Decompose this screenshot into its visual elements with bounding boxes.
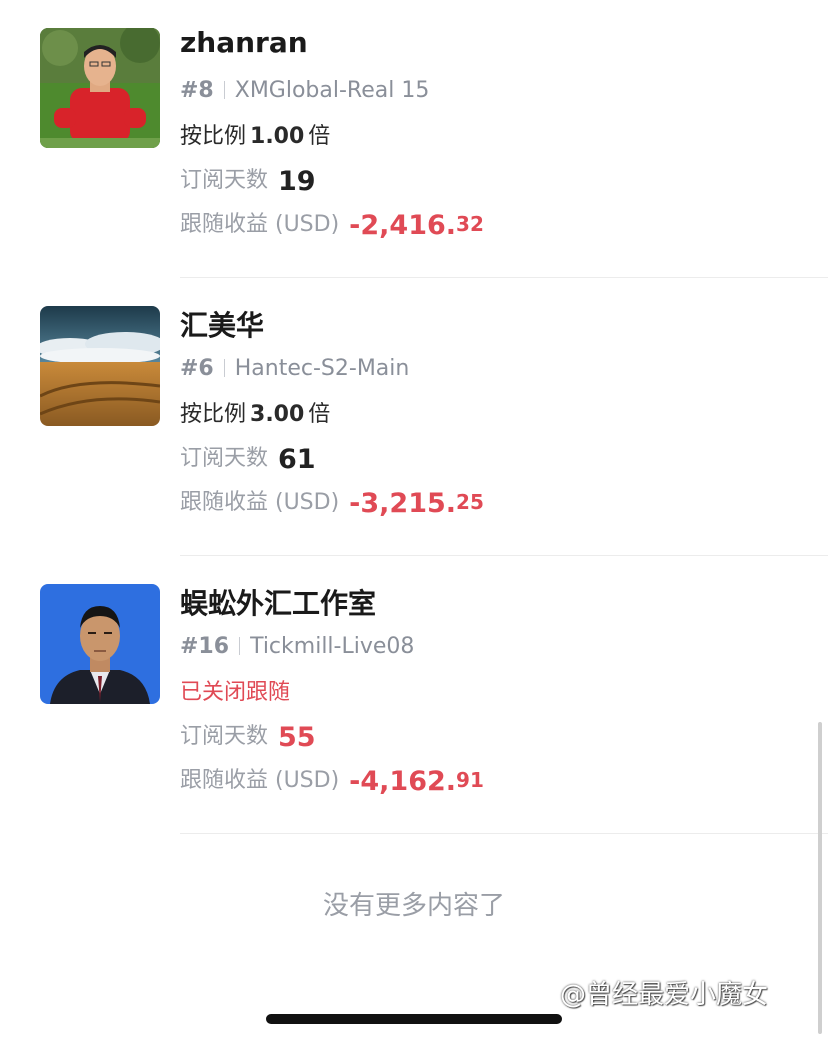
trader-card[interactable]: zhanran #8 XMGlobal-Real 15 按比例 1.00 倍 订阅天数… — [0, 0, 828, 278]
follow-profit: 跟随收益 (USD) -2,416.32 — [180, 206, 484, 241]
account-name: XMGlobal-Real 15 — [234, 78, 430, 103]
home-indicator[interactable] — [266, 1014, 562, 1024]
profit-label: 跟随收益 (USD) — [180, 490, 340, 515]
trader-avatar[interactable] — [40, 306, 160, 426]
profit-decimal: 32 — [456, 212, 484, 236]
account-info: #8 XMGlobal-Real 15 — [180, 78, 429, 103]
profit-decimal: 25 — [456, 490, 484, 514]
days-value: 55 — [278, 722, 316, 753]
follow-profit: 跟随收益 (USD) -4,162.91 — [180, 762, 484, 797]
account-info: #6 Hantec-S2-Main — [180, 356, 409, 381]
account-info: #16 Tickmill-Live08 — [180, 634, 414, 659]
trader-name[interactable]: 蜈蚣外汇工作室 — [180, 582, 376, 622]
no-more-content-text: 没有更多内容了 — [322, 891, 505, 921]
subscription-days: 订阅天数 55 — [180, 718, 316, 753]
account-name: Hantec-S2-Main — [234, 356, 410, 381]
divider — [180, 833, 828, 834]
ratio-suffix: 倍 — [308, 124, 331, 149]
days-label: 订阅天数 — [180, 168, 269, 193]
watermark: @曾经最爱小魔女 — [560, 980, 769, 1010]
ratio-value: 3.00 — [250, 402, 305, 427]
scrollbar[interactable] — [818, 722, 822, 1034]
trader-card[interactable]: 蜈蚣外汇工作室 #16 Tickmill-Live08 已关闭跟随 订阅天数 55 … — [0, 556, 828, 834]
profit-decimal: 91 — [456, 768, 484, 792]
rank-badge: #6 — [180, 356, 214, 381]
ratio-label: 按比例 — [180, 402, 247, 427]
ratio-value: 1.00 — [250, 124, 305, 149]
follow-closed-status: 已关闭跟随 — [180, 680, 291, 705]
follow-profit: 跟随收益 (USD) -3,215.25 — [180, 484, 484, 519]
rank-badge: #16 — [180, 634, 230, 659]
separator — [239, 637, 241, 655]
trader-name[interactable]: zhanran — [180, 26, 308, 59]
subscription-days: 订阅天数 61 — [180, 440, 316, 475]
trader-avatar[interactable] — [40, 584, 160, 704]
ratio-suffix: 倍 — [308, 402, 331, 427]
profit-value: -3,215. — [349, 488, 457, 519]
trader-card[interactable]: 汇美华 #6 Hantec-S2-Main 按比例 3.00 倍 订阅天数 61 跟随收… — [0, 278, 828, 556]
rank-badge: #8 — [180, 78, 214, 103]
account-name: Tickmill-Live08 — [250, 634, 415, 659]
days-label: 订阅天数 — [180, 446, 269, 471]
days-value: 19 — [278, 166, 316, 197]
separator — [223, 359, 225, 377]
days-label: 订阅天数 — [180, 724, 269, 749]
subscription-days: 订阅天数 19 — [180, 162, 316, 197]
separator — [223, 81, 225, 99]
profit-label: 跟随收益 (USD) — [180, 212, 340, 237]
trader-name[interactable]: 汇美华 — [180, 304, 264, 344]
days-value: 61 — [278, 444, 316, 475]
copy-ratio: 按比例 3.00 倍 — [180, 396, 330, 428]
ratio-label: 按比例 — [180, 124, 247, 149]
profit-label: 跟随收益 (USD) — [180, 768, 340, 793]
copy-ratio: 按比例 1.00 倍 — [180, 118, 330, 150]
profit-value: -4,162. — [349, 766, 457, 797]
trader-avatar[interactable] — [40, 28, 160, 148]
profit-value: -2,416. — [349, 210, 457, 241]
